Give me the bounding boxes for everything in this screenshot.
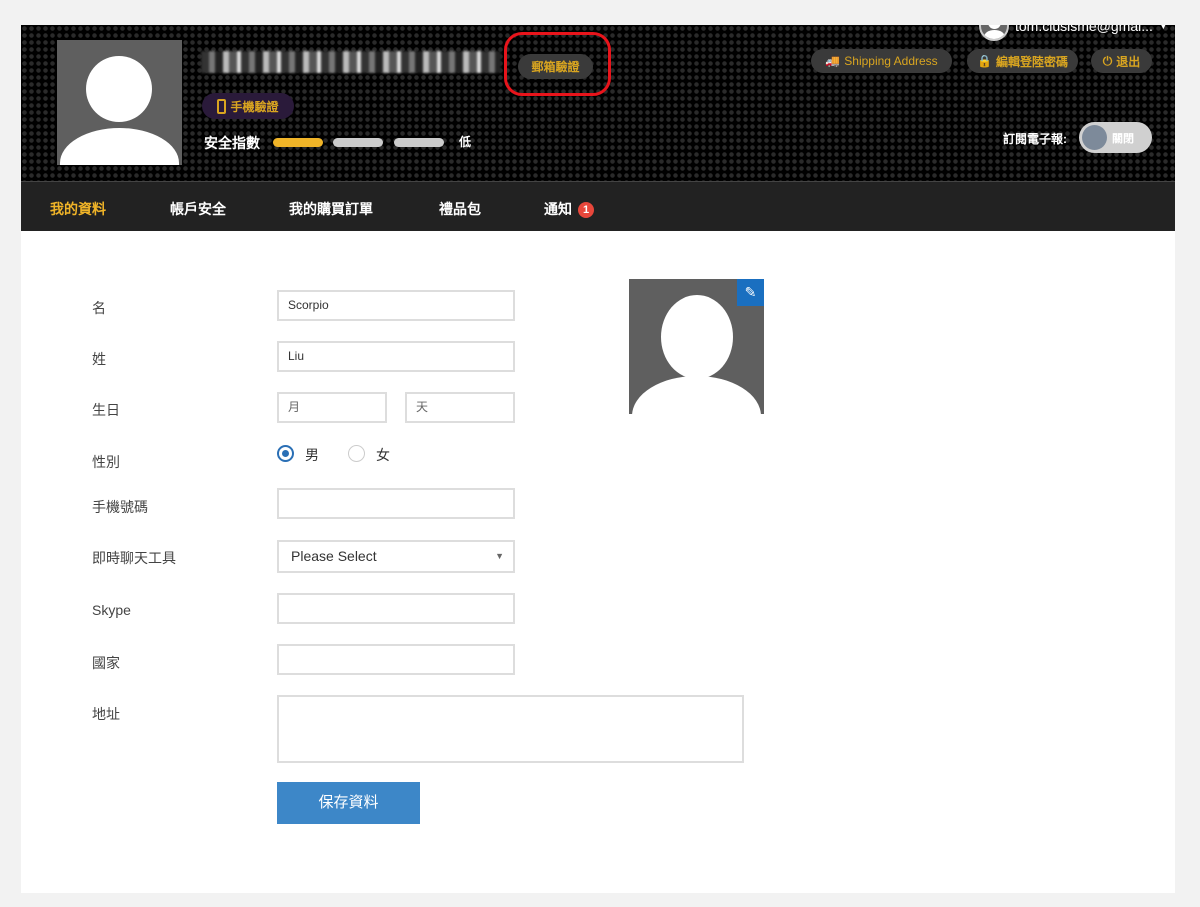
shipping-address-button[interactable]: 🚚 Shipping Address <box>811 49 952 73</box>
skype-label: Skype <box>92 602 131 618</box>
edit-password-label: 編輯登陸密碼 <box>995 54 1068 69</box>
tab-gift-pack[interactable]: 禮品包 <box>439 199 481 219</box>
last-name-label: 姓 <box>92 351 106 367</box>
shipping-address-label: Shipping Address <box>844 54 938 68</box>
phone-label: 手機號碼 <box>92 499 148 515</box>
country-input[interactable] <box>277 644 515 675</box>
phone-verify-button[interactable]: 手機驗證 <box>202 93 294 119</box>
profile-header: 郵箱驗證 手機驗證 安全指數 低 tom.ciusisme@gmai... ▼ … <box>21 25 1175 181</box>
gender-female-radio[interactable] <box>348 445 365 462</box>
chat-tool-select[interactable]: Please Select ▼ <box>277 540 515 573</box>
logout-label: 退出 <box>1116 54 1141 69</box>
user-menu[interactable]: tom.ciusisme@gmai... ▼ <box>979 25 1168 41</box>
security-bar-3 <box>394 138 444 147</box>
birth-day-input[interactable]: 天 <box>405 392 515 423</box>
first-name-label: 名 <box>92 300 106 316</box>
user-email: tom.ciusisme@gmai... <box>1015 25 1153 34</box>
truck-icon: 🚚 <box>825 54 841 68</box>
gender-label: 性別 <box>92 454 120 470</box>
gender-female-label: 女 <box>376 447 390 463</box>
security-bar-1 <box>273 138 323 147</box>
address-textarea[interactable] <box>277 695 744 763</box>
notification-badge: 1 <box>578 202 594 218</box>
profile-photo: ✎ <box>629 279 764 414</box>
highlight-annotation <box>504 32 611 96</box>
profile-card: 郵箱驗證 手機驗證 安全指數 低 tom.ciusisme@gmai... ▼ … <box>21 25 1175 893</box>
gender-male-radio[interactable] <box>277 445 294 462</box>
logout-button[interactable]: ⏻ 退出 <box>1091 49 1152 73</box>
edit-photo-button[interactable]: ✎ <box>737 279 764 306</box>
chat-tool-label: 即時聊天工具 <box>92 550 176 566</box>
phone-input[interactable] <box>277 488 515 519</box>
notifications-label: 通知 <box>544 201 572 217</box>
tab-account-security[interactable]: 帳戶安全 <box>170 199 226 219</box>
edit-password-button[interactable]: 🔒 編輯登陸密碼 <box>967 49 1078 73</box>
caret-down-icon: ▼ <box>495 551 504 561</box>
skype-input[interactable] <box>277 593 515 624</box>
phone-verify-label: 手機驗證 <box>230 99 279 114</box>
chevron-down-icon: ▼ <box>1158 25 1168 31</box>
birth-month-input[interactable]: 月 <box>277 392 387 423</box>
chat-tool-value: Please Select <box>291 548 377 564</box>
masked-username <box>201 51 501 73</box>
gender-male-label: 男 <box>305 447 319 463</box>
country-label: 國家 <box>92 655 120 671</box>
newsletter-label: 訂閱電子報: <box>1003 132 1067 146</box>
phone-icon <box>217 98 227 114</box>
tab-notifications[interactable]: 通知 1 <box>544 199 594 219</box>
profile-nav: 我的資料 帳戶安全 我的購買訂單 禮品包 通知 1 <box>21 181 1175 231</box>
pencil-icon: ✎ <box>744 284 757 300</box>
save-button[interactable]: 保存資料 <box>277 782 420 824</box>
newsletter-toggle[interactable]: 關閉 <box>1079 122 1152 153</box>
security-bar-2 <box>333 138 383 147</box>
power-icon: ⏻ <box>1102 53 1113 68</box>
birthday-label: 生日 <box>92 402 120 418</box>
tab-my-orders[interactable]: 我的購買訂單 <box>289 199 373 219</box>
tab-my-profile[interactable]: 我的資料 <box>50 199 106 219</box>
address-label: 地址 <box>92 706 120 722</box>
user-avatar-icon <box>979 25 1009 41</box>
lock-icon: 🔒 <box>977 54 992 68</box>
header-avatar <box>57 40 182 165</box>
newsletter-toggle-label: 關閉 <box>1112 133 1134 145</box>
security-label: 安全指數 <box>204 135 260 151</box>
first-name-input[interactable]: Scorpio <box>277 290 515 321</box>
last-name-input[interactable]: Liu <box>277 341 515 372</box>
security-level: 低 <box>459 135 472 149</box>
